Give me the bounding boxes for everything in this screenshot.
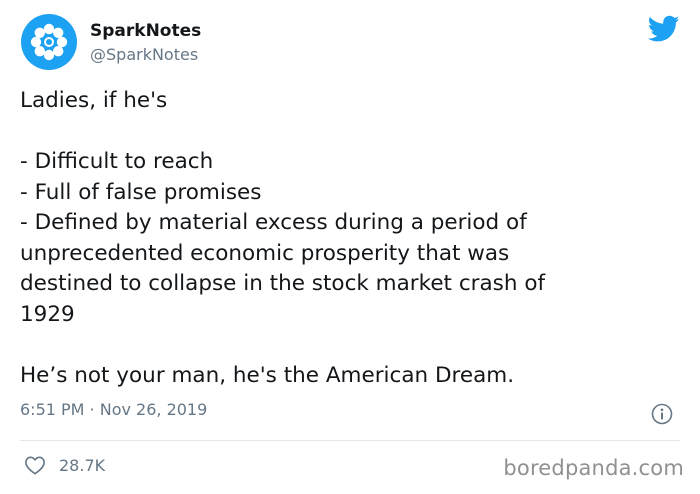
like-count: 28.7K [59, 455, 106, 475]
sparknotes-logo-icon [30, 23, 68, 61]
tweet-card: SparkNotes @SparkNotes Ladies, if he's -… [0, 0, 700, 494]
author-display-name[interactable]: SparkNotes [90, 20, 201, 43]
tweet-line: - Difficult to reach [20, 149, 214, 174]
tweet-line: - Defined by material excess during a pe… [20, 210, 527, 235]
tweet-line: - Full of false promises [20, 179, 262, 205]
twitter-bird-icon[interactable] [648, 15, 680, 43]
watermark: boredpanda.com [503, 456, 684, 480]
like-button[interactable]: 28.7K [24, 455, 105, 475]
tweet-line: destined to collapse in the stock market… [20, 271, 546, 296]
author-handle[interactable]: @SparkNotes [90, 44, 201, 66]
tweet-line: He’s not your man, he's the American Dre… [20, 362, 515, 388]
info-icon[interactable] [651, 403, 673, 425]
divider [20, 440, 680, 441]
avatar[interactable] [21, 14, 77, 70]
tweet-timestamp[interactable]: 6:51 PM · Nov 26, 2019 [20, 400, 207, 419]
tweet-line: 1929 [20, 301, 75, 327]
tweet-text: Ladies, if he's - Difficult to reach - F… [20, 86, 670, 391]
heart-icon [25, 456, 45, 475]
tweet-line: unprecedented economic prosperity that w… [20, 240, 510, 266]
tweet-line: Ladies, if he's [20, 88, 168, 113]
author-block: SparkNotes @SparkNotes [90, 20, 201, 66]
